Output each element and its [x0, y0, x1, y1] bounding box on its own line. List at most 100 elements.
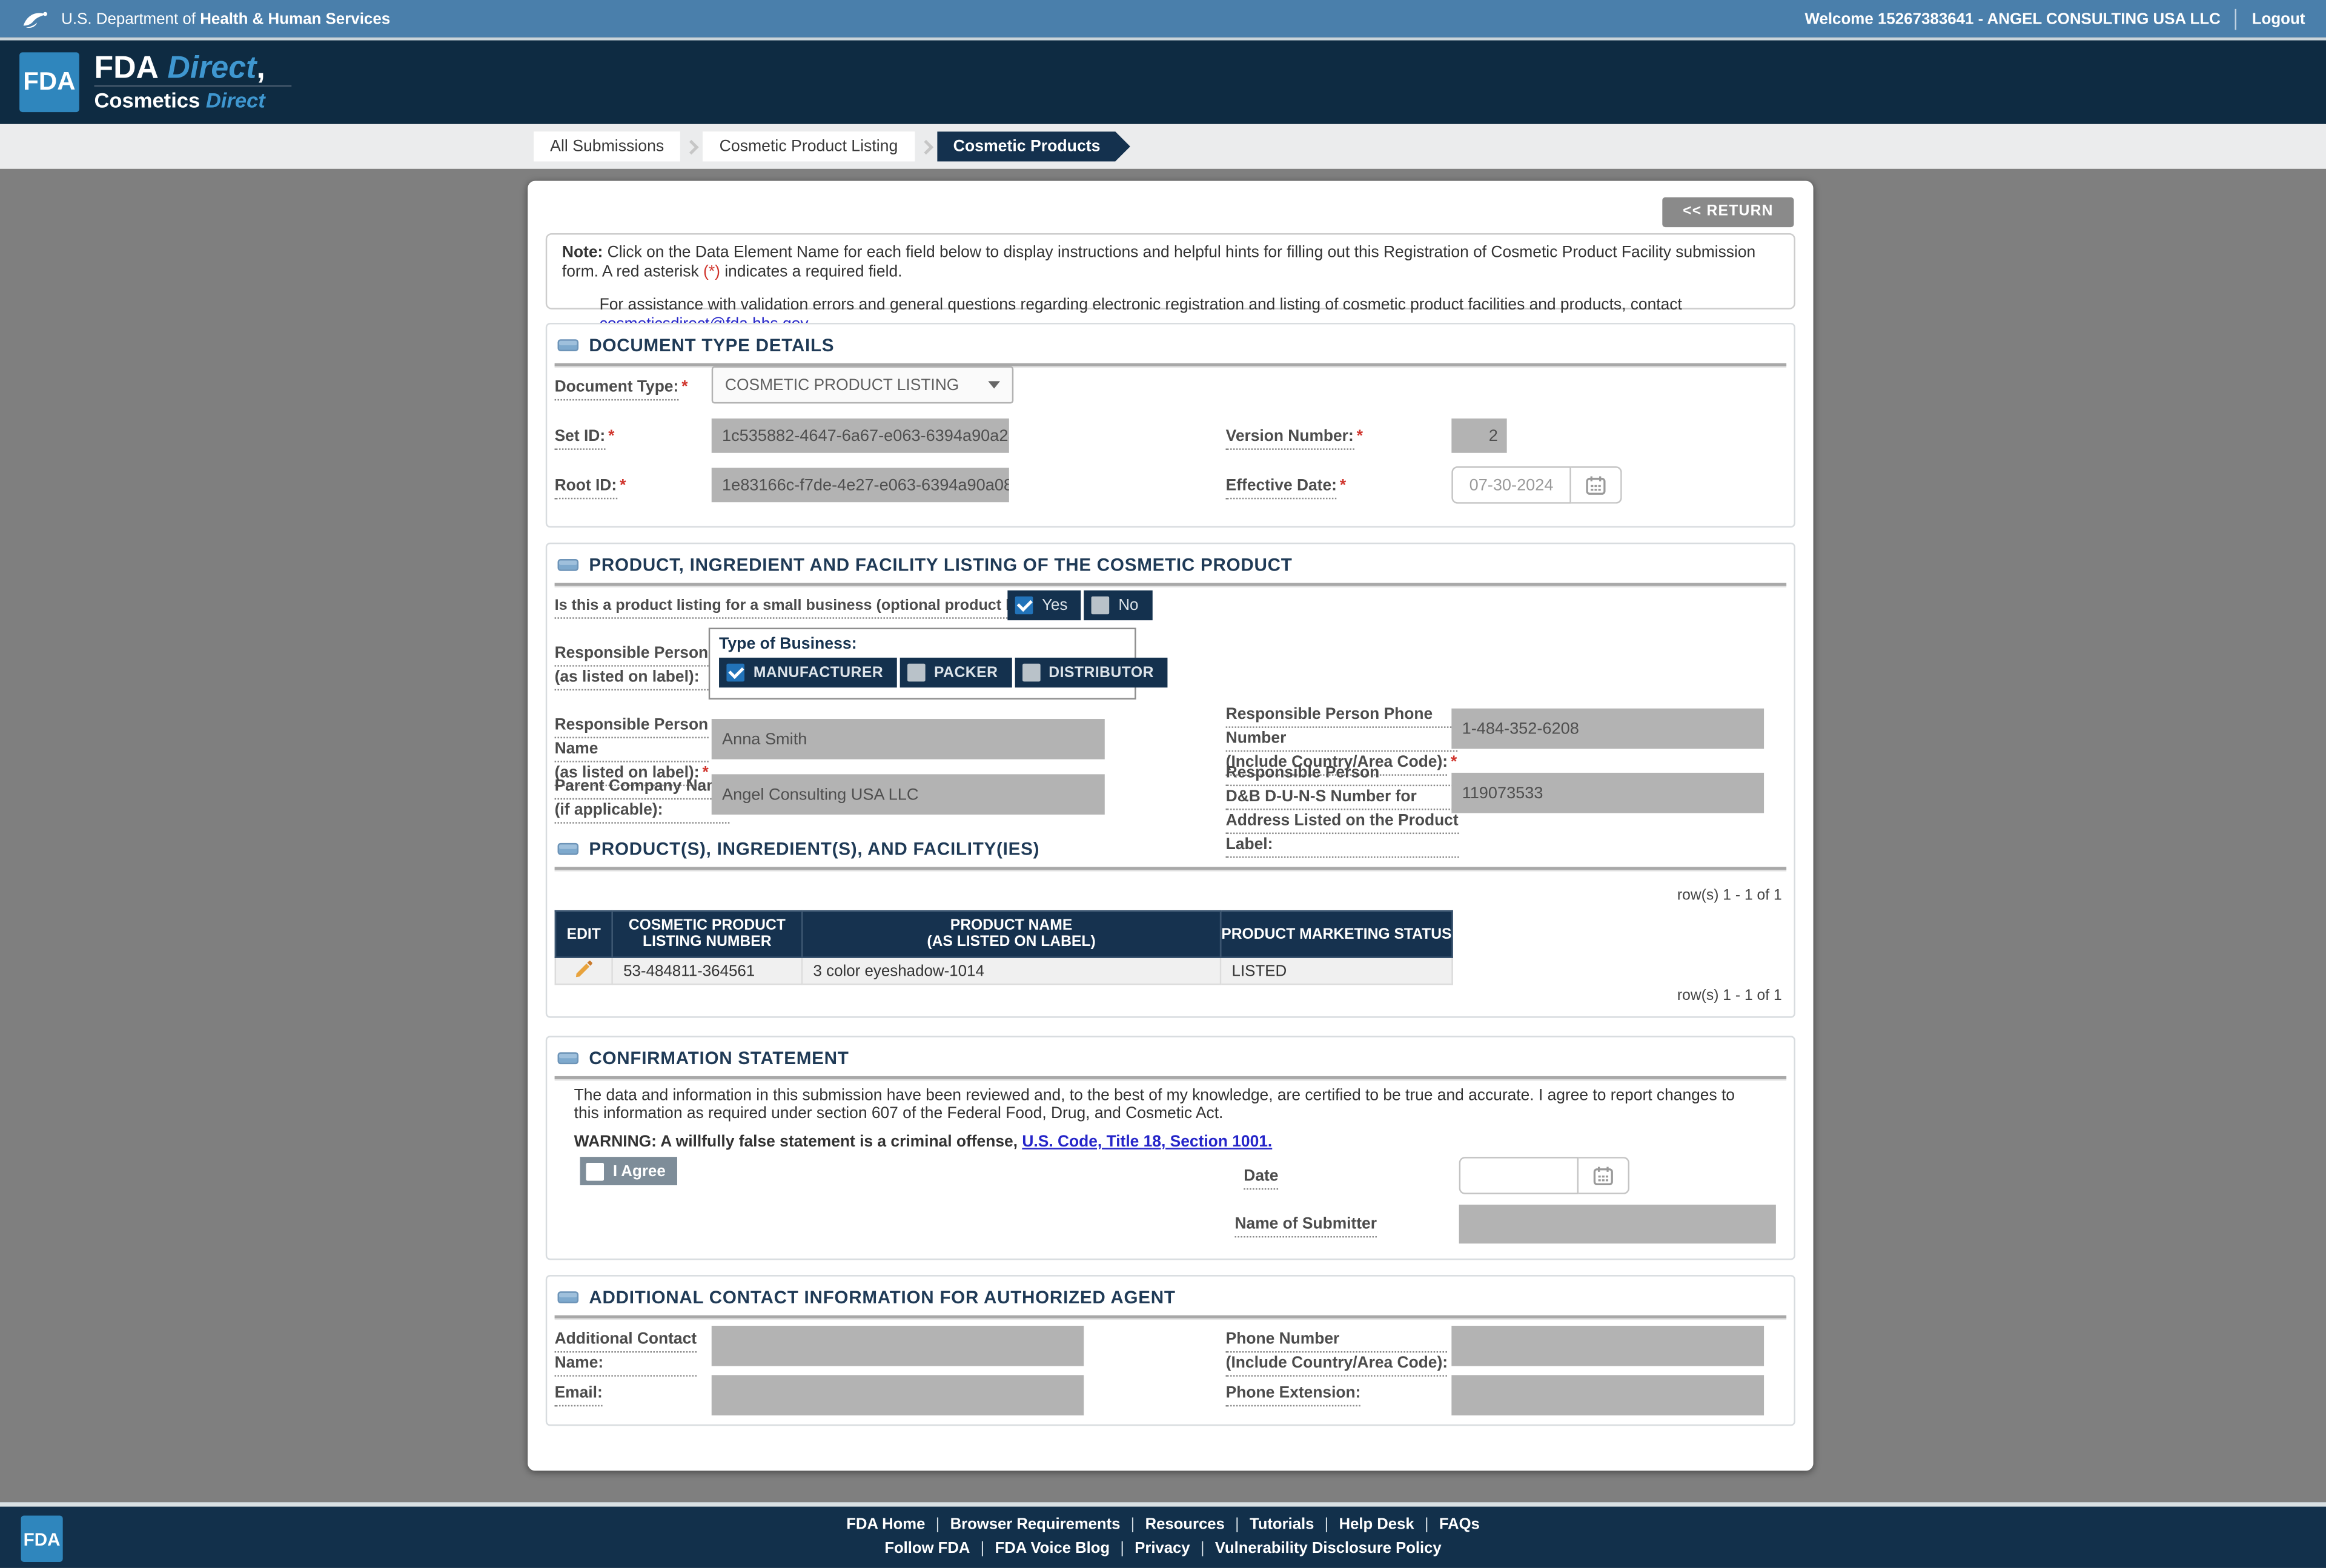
no-toggle[interactable]: No	[1084, 590, 1152, 620]
listing-number-cell: 53-484811-364561	[612, 958, 802, 984]
marketing-status-cell: LISTED	[1221, 958, 1453, 984]
collapse-dash-icon[interactable]	[558, 339, 579, 351]
date-label: Date	[1244, 1167, 1278, 1189]
set-id-field: 1c535882-4647-6a67-e063-6394a90a286a	[712, 418, 1009, 453]
breadcrumb-cosmetic-products[interactable]: Cosmetic Products	[936, 131, 1130, 161]
agent-phone-label: Phone Number (Include Country/Area Code)…	[1226, 1330, 1448, 1378]
section-title: ADDITIONAL CONTACT INFORMATION FOR AUTHO…	[589, 1287, 1175, 1308]
footer-link[interactable]: Follow FDA	[884, 1541, 970, 1557]
section-product-listing: PRODUCT, INGREDIENT AND FACILITY LISTING…	[546, 543, 1795, 1018]
unchecked-checkbox-icon	[907, 664, 926, 682]
section-additional-contact: ADDITIONAL CONTACT INFORMATION FOR AUTHO…	[546, 1275, 1795, 1426]
effective-date-input[interactable]	[1451, 466, 1571, 504]
distributor-toggle[interactable]: DISTRIBUTOR	[1015, 658, 1168, 687]
name-of-submitter-field	[1459, 1205, 1776, 1243]
hhs-top-bar: U.S. Department of Health & Human Servic…	[0, 0, 2326, 38]
divider	[555, 1315, 1787, 1318]
date-input[interactable]	[1459, 1157, 1579, 1194]
packer-toggle[interactable]: PACKER	[900, 658, 1011, 687]
breadcrumb-all-submissions[interactable]: All Submissions	[534, 131, 680, 161]
chevron-right-icon	[918, 139, 933, 154]
root-id-label: Root ID:*	[555, 477, 626, 499]
root-id-field: 1e83166c-f7de-4e27-e063-6394a90a0881	[712, 468, 1009, 502]
manufacturer-toggle[interactable]: MANUFACTURER	[719, 658, 896, 687]
parent-company-label: Parent Company Name (if applicable):	[555, 777, 730, 825]
section-title: DOCUMENT TYPE DETAILS	[589, 335, 834, 356]
breadcrumb: All Submissions Cosmetic Product Listing…	[0, 124, 2326, 169]
footer-link[interactable]: FDA Home	[846, 1517, 925, 1533]
collapse-dash-icon[interactable]	[558, 1052, 579, 1064]
footer-link[interactable]: Vulnerability Disclosure Policy	[1215, 1541, 1442, 1557]
responsible-person-name-field: Anna Smith	[712, 719, 1105, 759]
i-agree-button[interactable]: I Agree	[580, 1157, 678, 1185]
fda-logo[interactable]: FDA	[19, 52, 79, 112]
row-count-bottom: row(s) 1 - 1 of 1	[1677, 988, 1782, 1004]
row-count-top: row(s) 1 - 1 of 1	[1677, 888, 1782, 904]
footer-link[interactable]: Help Desk	[1339, 1517, 1414, 1533]
duns-field: 119073533	[1451, 773, 1764, 813]
collapse-dash-icon[interactable]	[558, 559, 579, 571]
collapse-dash-icon[interactable]	[558, 1291, 579, 1303]
note-text: Note: Click on the Data Element Name for…	[562, 243, 1779, 282]
email-field	[712, 1375, 1084, 1415]
footer-links-row1: FDA Home|Browser Requirements|Resources|…	[0, 1517, 2326, 1533]
effective-date-group	[1451, 466, 1622, 504]
footer-links-row2: Follow FDA|FDA Voice Blog|Privacy|Vulner…	[0, 1541, 2326, 1557]
responsible-person-label: Responsible Person (as listed on label):	[555, 644, 709, 692]
footer-link[interactable]: Resources	[1145, 1517, 1225, 1533]
chevron-right-icon	[684, 139, 699, 154]
note-box: Note: Click on the Data Element Name for…	[546, 233, 1795, 309]
us-code-link[interactable]: U.S. Code, Title 18, Section 1001.	[1022, 1133, 1272, 1151]
section-title: PRODUCT(S), INGREDIENT(S), AND FACILITY(…	[589, 838, 1039, 859]
unchecked-checkbox-icon	[1022, 664, 1040, 682]
col-listing-number: COSMETIC PRODUCTLISTING NUMBER	[612, 911, 802, 958]
footer-link[interactable]: Privacy	[1135, 1541, 1190, 1557]
table-header-row: EDIT COSMETIC PRODUCTLISTING NUMBER PROD…	[555, 911, 1453, 958]
checked-checkbox-icon	[1015, 597, 1033, 615]
section-title: PRODUCT, INGREDIENT AND FACILITY LISTING…	[589, 555, 1292, 576]
section-title: CONFIRMATION STATEMENT	[589, 1048, 849, 1069]
unchecked-checkbox-icon	[586, 1162, 604, 1180]
collapse-dash-icon[interactable]	[558, 843, 579, 855]
form-card: << RETURN Note: Click on the Data Elemen…	[528, 181, 1813, 1471]
edit-row-button[interactable]	[555, 958, 612, 984]
page-background: << RETURN Note: Click on the Data Elemen…	[0, 169, 2326, 1502]
footer-link[interactable]: FDA Voice Blog	[995, 1541, 1110, 1557]
responsible-person-phone-field: 1-484-352-6208	[1451, 709, 1764, 749]
warning-text: WARNING: A willfully false statement is …	[574, 1133, 1273, 1151]
pencil-icon	[574, 959, 594, 978]
small-business-question-label: Is this a product listing for a small bu…	[555, 597, 1070, 619]
yes-toggle[interactable]: Yes	[1007, 590, 1081, 620]
divider	[555, 1076, 1787, 1079]
footer-link[interactable]: FAQs	[1439, 1517, 1480, 1533]
hhs-eagle-icon	[21, 7, 51, 30]
date-group	[1459, 1157, 1629, 1194]
small-business-toggle: Yes No	[1007, 590, 1151, 620]
name-of-submitter-label: Name of Submitter	[1234, 1215, 1376, 1237]
email-label: Email:	[555, 1384, 603, 1406]
calendar-icon[interactable]	[1579, 1157, 1629, 1194]
document-type-label: Document Type:*	[555, 378, 688, 400]
agent-phone-field	[1451, 1326, 1764, 1366]
footer: FDA FDA Home|Browser Requirements|Resour…	[0, 1502, 2326, 1568]
logout-link[interactable]: Logout	[2252, 10, 2305, 28]
welcome-text: Welcome 15267383641 - ANGEL CONSULTING U…	[1804, 10, 2220, 28]
divider	[555, 867, 1787, 870]
divider	[2236, 8, 2237, 30]
col-product-name: PRODUCT NAME(AS LISTED ON LABEL)	[802, 911, 1221, 958]
checked-checkbox-icon	[726, 664, 744, 682]
product-name-cell: 3 color eyeshadow-1014	[802, 958, 1221, 984]
version-number-label: Version Number:*	[1226, 428, 1363, 450]
type-of-business-box: Type of Business: MANUFACTURER PACKER	[709, 628, 1136, 700]
additional-contact-name-label: Additional Contact Name:	[555, 1330, 697, 1378]
calendar-icon[interactable]	[1571, 466, 1622, 504]
section-confirmation-statement: CONFIRMATION STATEMENT The data and info…	[546, 1036, 1795, 1260]
breadcrumb-cosmetic-product-listing[interactable]: Cosmetic Product Listing	[703, 131, 914, 161]
footer-link[interactable]: Tutorials	[1250, 1517, 1314, 1533]
fda-cosmetics-direct-page: U.S. Department of Health & Human Servic…	[0, 0, 2326, 1568]
footer-link[interactable]: Browser Requirements	[950, 1517, 1121, 1533]
return-button[interactable]: << RETURN	[1662, 197, 1794, 227]
version-number-field: 2	[1451, 418, 1506, 453]
confirmation-text: The data and information in this submiss…	[574, 1088, 1758, 1123]
document-type-select[interactable]: COSMETIC PRODUCT LISTING	[712, 366, 1014, 404]
